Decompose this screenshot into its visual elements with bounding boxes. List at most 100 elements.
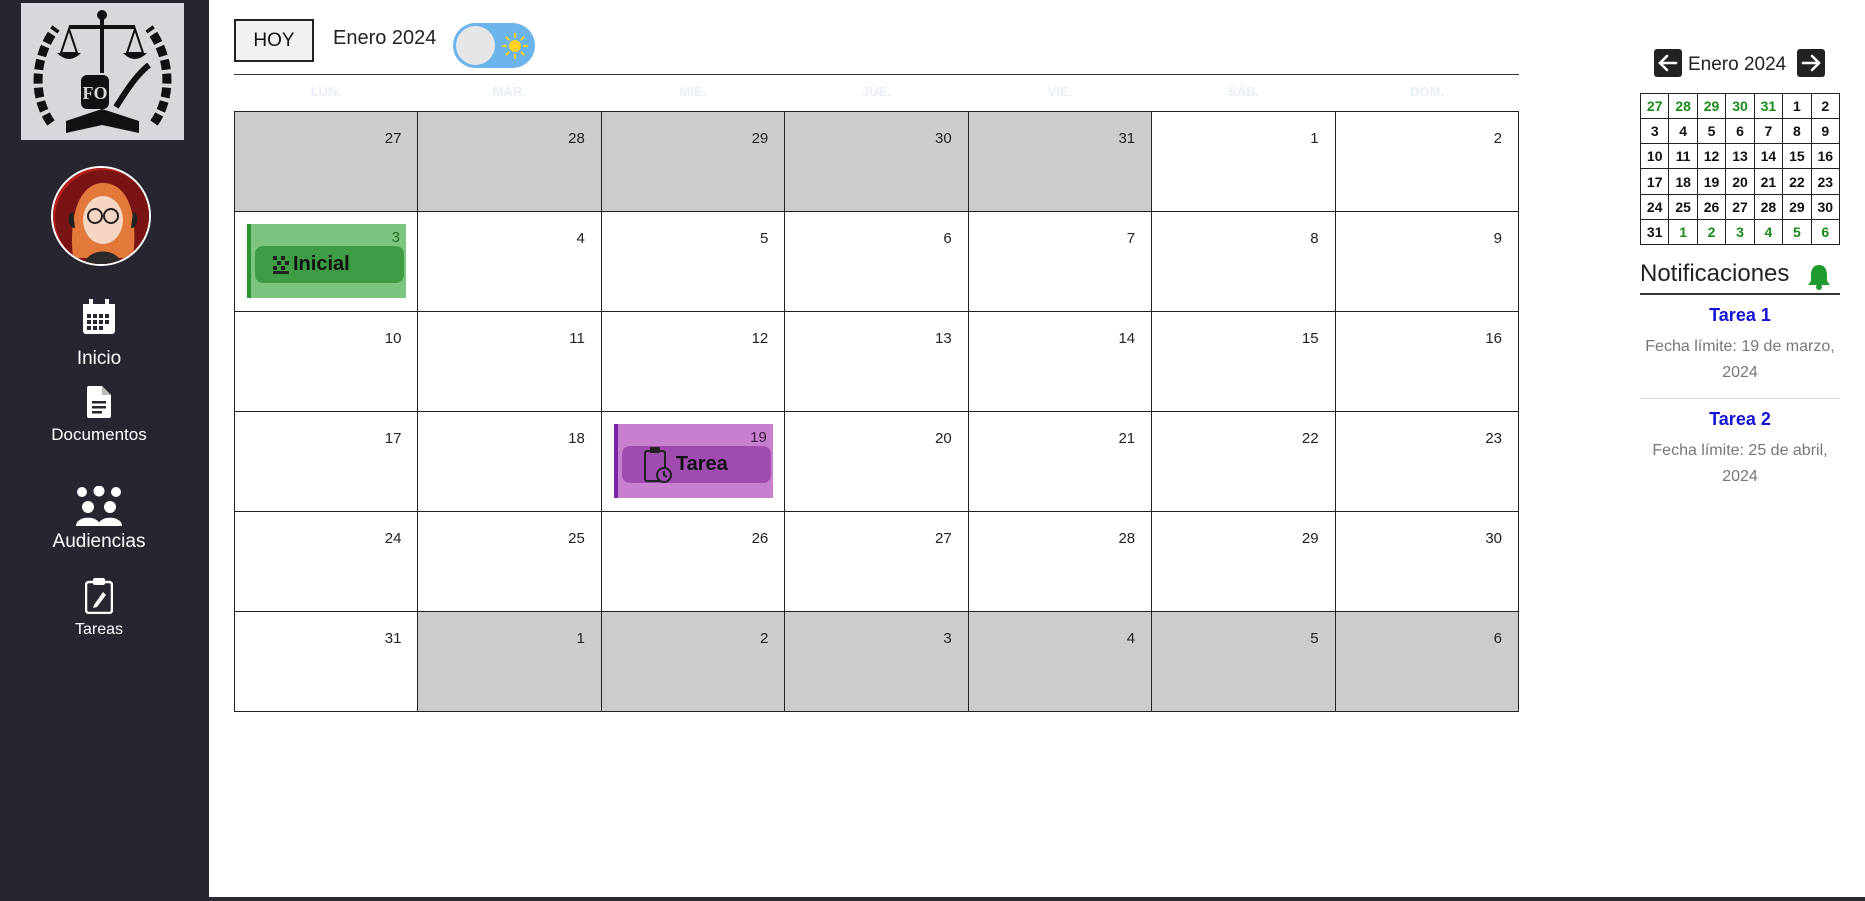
day-cell[interactable]: 26 [601, 512, 786, 612]
day-cell[interactable]: 25 [418, 512, 602, 612]
mini-day-cell[interactable]: 27 [1726, 194, 1755, 220]
avatar[interactable] [51, 166, 151, 266]
day-cell[interactable]: 11 [418, 312, 602, 412]
mini-day-cell[interactable]: 5 [1783, 219, 1812, 245]
day-cell[interactable]: 3 Inicial [235, 212, 419, 312]
mini-day-cell[interactable]: 21 [1754, 169, 1784, 195]
mini-day-cell[interactable]: 14 [1754, 144, 1784, 170]
day-cell[interactable]: 6 [1335, 612, 1519, 712]
day-cell[interactable]: 20 [785, 412, 969, 512]
day-cell[interactable]: 7 [968, 212, 1153, 312]
day-cell[interactable]: 22 [1152, 412, 1336, 512]
sidebar-item-audiencias[interactable]: Audiencias [0, 485, 198, 553]
day-cell[interactable]: 30 [785, 112, 969, 212]
theme-toggle[interactable] [453, 23, 535, 68]
notification-link[interactable]: Tarea 1 [1640, 305, 1840, 326]
notification-link[interactable]: Tarea 2 [1640, 409, 1840, 430]
mini-day-cell[interactable]: 24 [1641, 194, 1670, 220]
day-cell[interactable]: 12 [601, 312, 786, 412]
event-pill[interactable]: Tarea [621, 446, 771, 483]
calendar-event[interactable]: 3 Inicial [247, 224, 406, 298]
day-cell[interactable]: 18 [418, 412, 602, 512]
mini-day-cell[interactable]: 11 [1669, 144, 1698, 170]
day-cell[interactable]: 30 [1335, 512, 1519, 612]
day-cell[interactable]: 28 [418, 112, 602, 212]
mini-day-cell[interactable]: 3 [1726, 219, 1755, 245]
day-cell[interactable]: 28 [968, 512, 1153, 612]
mini-day-cell[interactable]: 2 [1811, 94, 1840, 120]
mini-day-cell[interactable]: 20 [1726, 169, 1755, 195]
day-cell[interactable]: 14 [968, 312, 1153, 412]
mini-day-cell[interactable]: 29 [1697, 94, 1727, 120]
day-cell[interactable]: 13 [785, 312, 969, 412]
day-cell[interactable]: 8 [1152, 212, 1336, 312]
mini-day-cell[interactable]: 1 [1669, 219, 1698, 245]
mini-day-cell[interactable]: 29 [1783, 194, 1812, 220]
mini-day-cell[interactable]: 4 [1754, 219, 1784, 245]
mini-day-cell[interactable]: 4 [1669, 119, 1698, 145]
mini-day-cell[interactable]: 30 [1726, 94, 1755, 120]
day-cell[interactable]: 24 [235, 512, 419, 612]
mini-day-cell[interactable]: 2 [1697, 219, 1727, 245]
day-cell[interactable]: 29 [1152, 512, 1336, 612]
mini-day-cell[interactable]: 25 [1669, 194, 1698, 220]
prev-month-button[interactable] [1654, 49, 1682, 77]
day-cell[interactable]: 2 [1335, 112, 1519, 212]
mini-day-cell[interactable]: 7 [1754, 119, 1784, 145]
day-cell[interactable]: 16 [1335, 312, 1519, 412]
mini-day-cell[interactable]: 30 [1811, 194, 1840, 220]
next-month-button[interactable] [1797, 49, 1825, 77]
event-pill[interactable]: Inicial [255, 246, 404, 283]
mini-day-cell[interactable]: 13 [1726, 144, 1755, 170]
today-button[interactable]: HOY [234, 19, 314, 62]
sidebar-item-tareas[interactable]: Tareas [0, 578, 198, 639]
day-cell[interactable]: 1 [418, 612, 602, 712]
mini-day-cell[interactable]: 31 [1754, 94, 1784, 120]
mini-day-cell[interactable]: 18 [1669, 169, 1698, 195]
day-cell[interactable]: 9 [1335, 212, 1519, 312]
mini-day-cell[interactable]: 22 [1783, 169, 1812, 195]
mini-day-cell[interactable]: 10 [1641, 144, 1670, 170]
day-cell[interactable]: 10 [235, 312, 419, 412]
mini-day-cell[interactable]: 17 [1641, 169, 1670, 195]
day-cell[interactable]: 5 [601, 212, 786, 312]
day-cell[interactable]: 29 [601, 112, 786, 212]
mini-day-cell[interactable]: 6 [1726, 119, 1755, 145]
mini-day-cell[interactable]: 26 [1697, 194, 1727, 220]
day-cell[interactable]: 1 [1152, 112, 1336, 212]
bell-icon[interactable] [1807, 264, 1831, 295]
mini-day-cell[interactable]: 3 [1641, 119, 1670, 145]
sidebar-item-documentos[interactable]: Documentos [0, 386, 198, 445]
day-cell[interactable]: 5 [1152, 612, 1336, 712]
day-cell[interactable]: 27 [235, 112, 419, 212]
day-cell[interactable]: 4 [968, 612, 1153, 712]
mini-day-cell[interactable]: 9 [1811, 119, 1840, 145]
day-cell[interactable]: 19 Tarea [601, 412, 786, 512]
day-cell[interactable]: 2 [601, 612, 786, 712]
mini-day-cell[interactable]: 28 [1669, 94, 1698, 120]
scales-of-justice-logo[interactable]: FO [21, 3, 184, 140]
sidebar-item-inicio[interactable]: Inicio [0, 299, 198, 370]
mini-day-cell[interactable]: 16 [1811, 144, 1840, 170]
mini-day-cell[interactable]: 12 [1697, 144, 1727, 170]
day-cell[interactable]: 17 [235, 412, 419, 512]
day-cell[interactable]: 21 [968, 412, 1153, 512]
mini-day-cell[interactable]: 28 [1754, 194, 1784, 220]
day-cell[interactable]: 6 [785, 212, 969, 312]
day-cell[interactable]: 31 [235, 612, 419, 712]
mini-day-cell[interactable]: 19 [1697, 169, 1727, 195]
calendar-event[interactable]: 19 Tarea [613, 424, 773, 498]
mini-day-cell[interactable]: 23 [1811, 169, 1840, 195]
day-cell[interactable]: 3 [785, 612, 969, 712]
mini-day-cell[interactable]: 27 [1641, 94, 1670, 120]
mini-day-cell[interactable]: 5 [1697, 119, 1727, 145]
day-cell[interactable]: 23 [1335, 412, 1519, 512]
day-cell[interactable]: 27 [785, 512, 969, 612]
day-cell[interactable]: 15 [1152, 312, 1336, 412]
day-cell[interactable]: 4 [418, 212, 602, 312]
mini-day-cell[interactable]: 15 [1783, 144, 1812, 170]
day-cell[interactable]: 31 [968, 112, 1153, 212]
mini-day-cell[interactable]: 1 [1783, 94, 1812, 120]
mini-day-cell[interactable]: 31 [1641, 219, 1670, 245]
mini-day-cell[interactable]: 6 [1811, 219, 1840, 245]
